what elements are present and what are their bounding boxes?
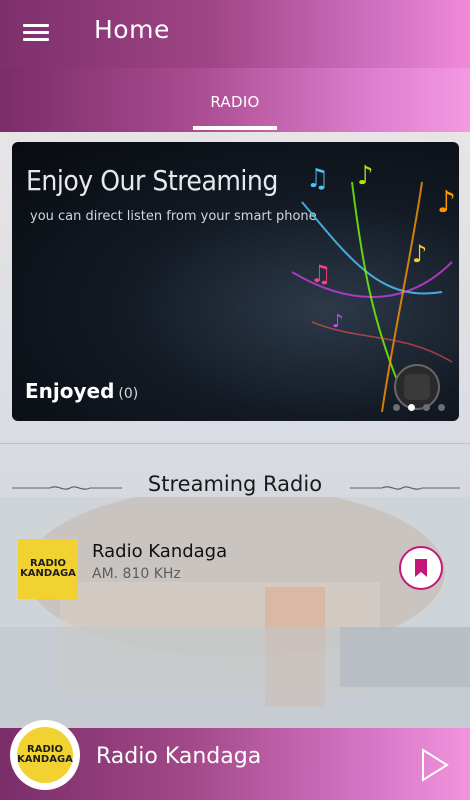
svg-text:♪: ♪	[357, 161, 374, 191]
tab-radio[interactable]: RADIO	[193, 68, 277, 132]
page-title: Home	[94, 15, 170, 44]
svg-text:♪: ♪	[332, 311, 344, 332]
station-frequency: AM. 810 KHz	[92, 566, 181, 582]
app-bar: Home	[0, 0, 470, 68]
tab-radio-label: RADIO	[210, 93, 260, 111]
divider	[0, 443, 470, 444]
station-logo: RADIO KANDAGA	[18, 539, 78, 599]
tab-active-indicator	[193, 126, 277, 130]
station-logo-text: RADIO KANDAGA	[20, 558, 76, 579]
player-logo-text: RADIO KANDAGA	[17, 744, 73, 765]
section-title: Streaming Radio	[147, 472, 323, 496]
player-title: Radio Kandaga	[96, 744, 262, 769]
svg-text:♪: ♪	[412, 240, 427, 268]
tab-bar: RADIO	[0, 68, 470, 132]
carousel-dot[interactable]	[393, 404, 400, 411]
carousel-dot[interactable]	[438, 404, 445, 411]
banner-title: Enjoy Our Streaming	[26, 164, 278, 197]
banner-subtitle: you can direct listen from your smart ph…	[30, 209, 317, 224]
svg-text:♪: ♪	[437, 185, 456, 220]
decorative-flourish-icon	[350, 486, 460, 490]
music-notes-art: ♫ ♪ ♪ ♫ ♪ ♪	[292, 161, 456, 413]
promo-banner[interactable]: Enjoy Our Streaming you can direct liste…	[12, 142, 459, 421]
bookmark-icon	[415, 559, 427, 577]
svg-text:♫: ♫	[310, 260, 332, 288]
mini-player[interactable]: RADIO KANDAGA Radio Kandaga	[0, 720, 470, 800]
carousel-dot-active[interactable]	[408, 404, 415, 411]
svg-text:♫: ♫	[306, 164, 329, 194]
carousel-dot[interactable]	[423, 404, 430, 411]
station-list-item[interactable]: RADIO KANDAGA Radio Kandaga AM. 810 KHz	[0, 527, 470, 607]
enjoyed-count: (0)	[118, 386, 139, 402]
hamburger-menu-icon[interactable]	[23, 22, 49, 42]
player-station-logo: RADIO KANDAGA	[10, 720, 80, 790]
play-icon[interactable]	[420, 748, 450, 782]
main-content[interactable]: Enjoy Our Streaming you can direct liste…	[0, 132, 470, 728]
bookmark-button[interactable]	[399, 546, 443, 590]
station-name: Radio Kandaga	[92, 541, 228, 562]
carousel-indicator	[393, 404, 445, 411]
enjoyed-label: Enjoyed (0)	[25, 379, 139, 403]
